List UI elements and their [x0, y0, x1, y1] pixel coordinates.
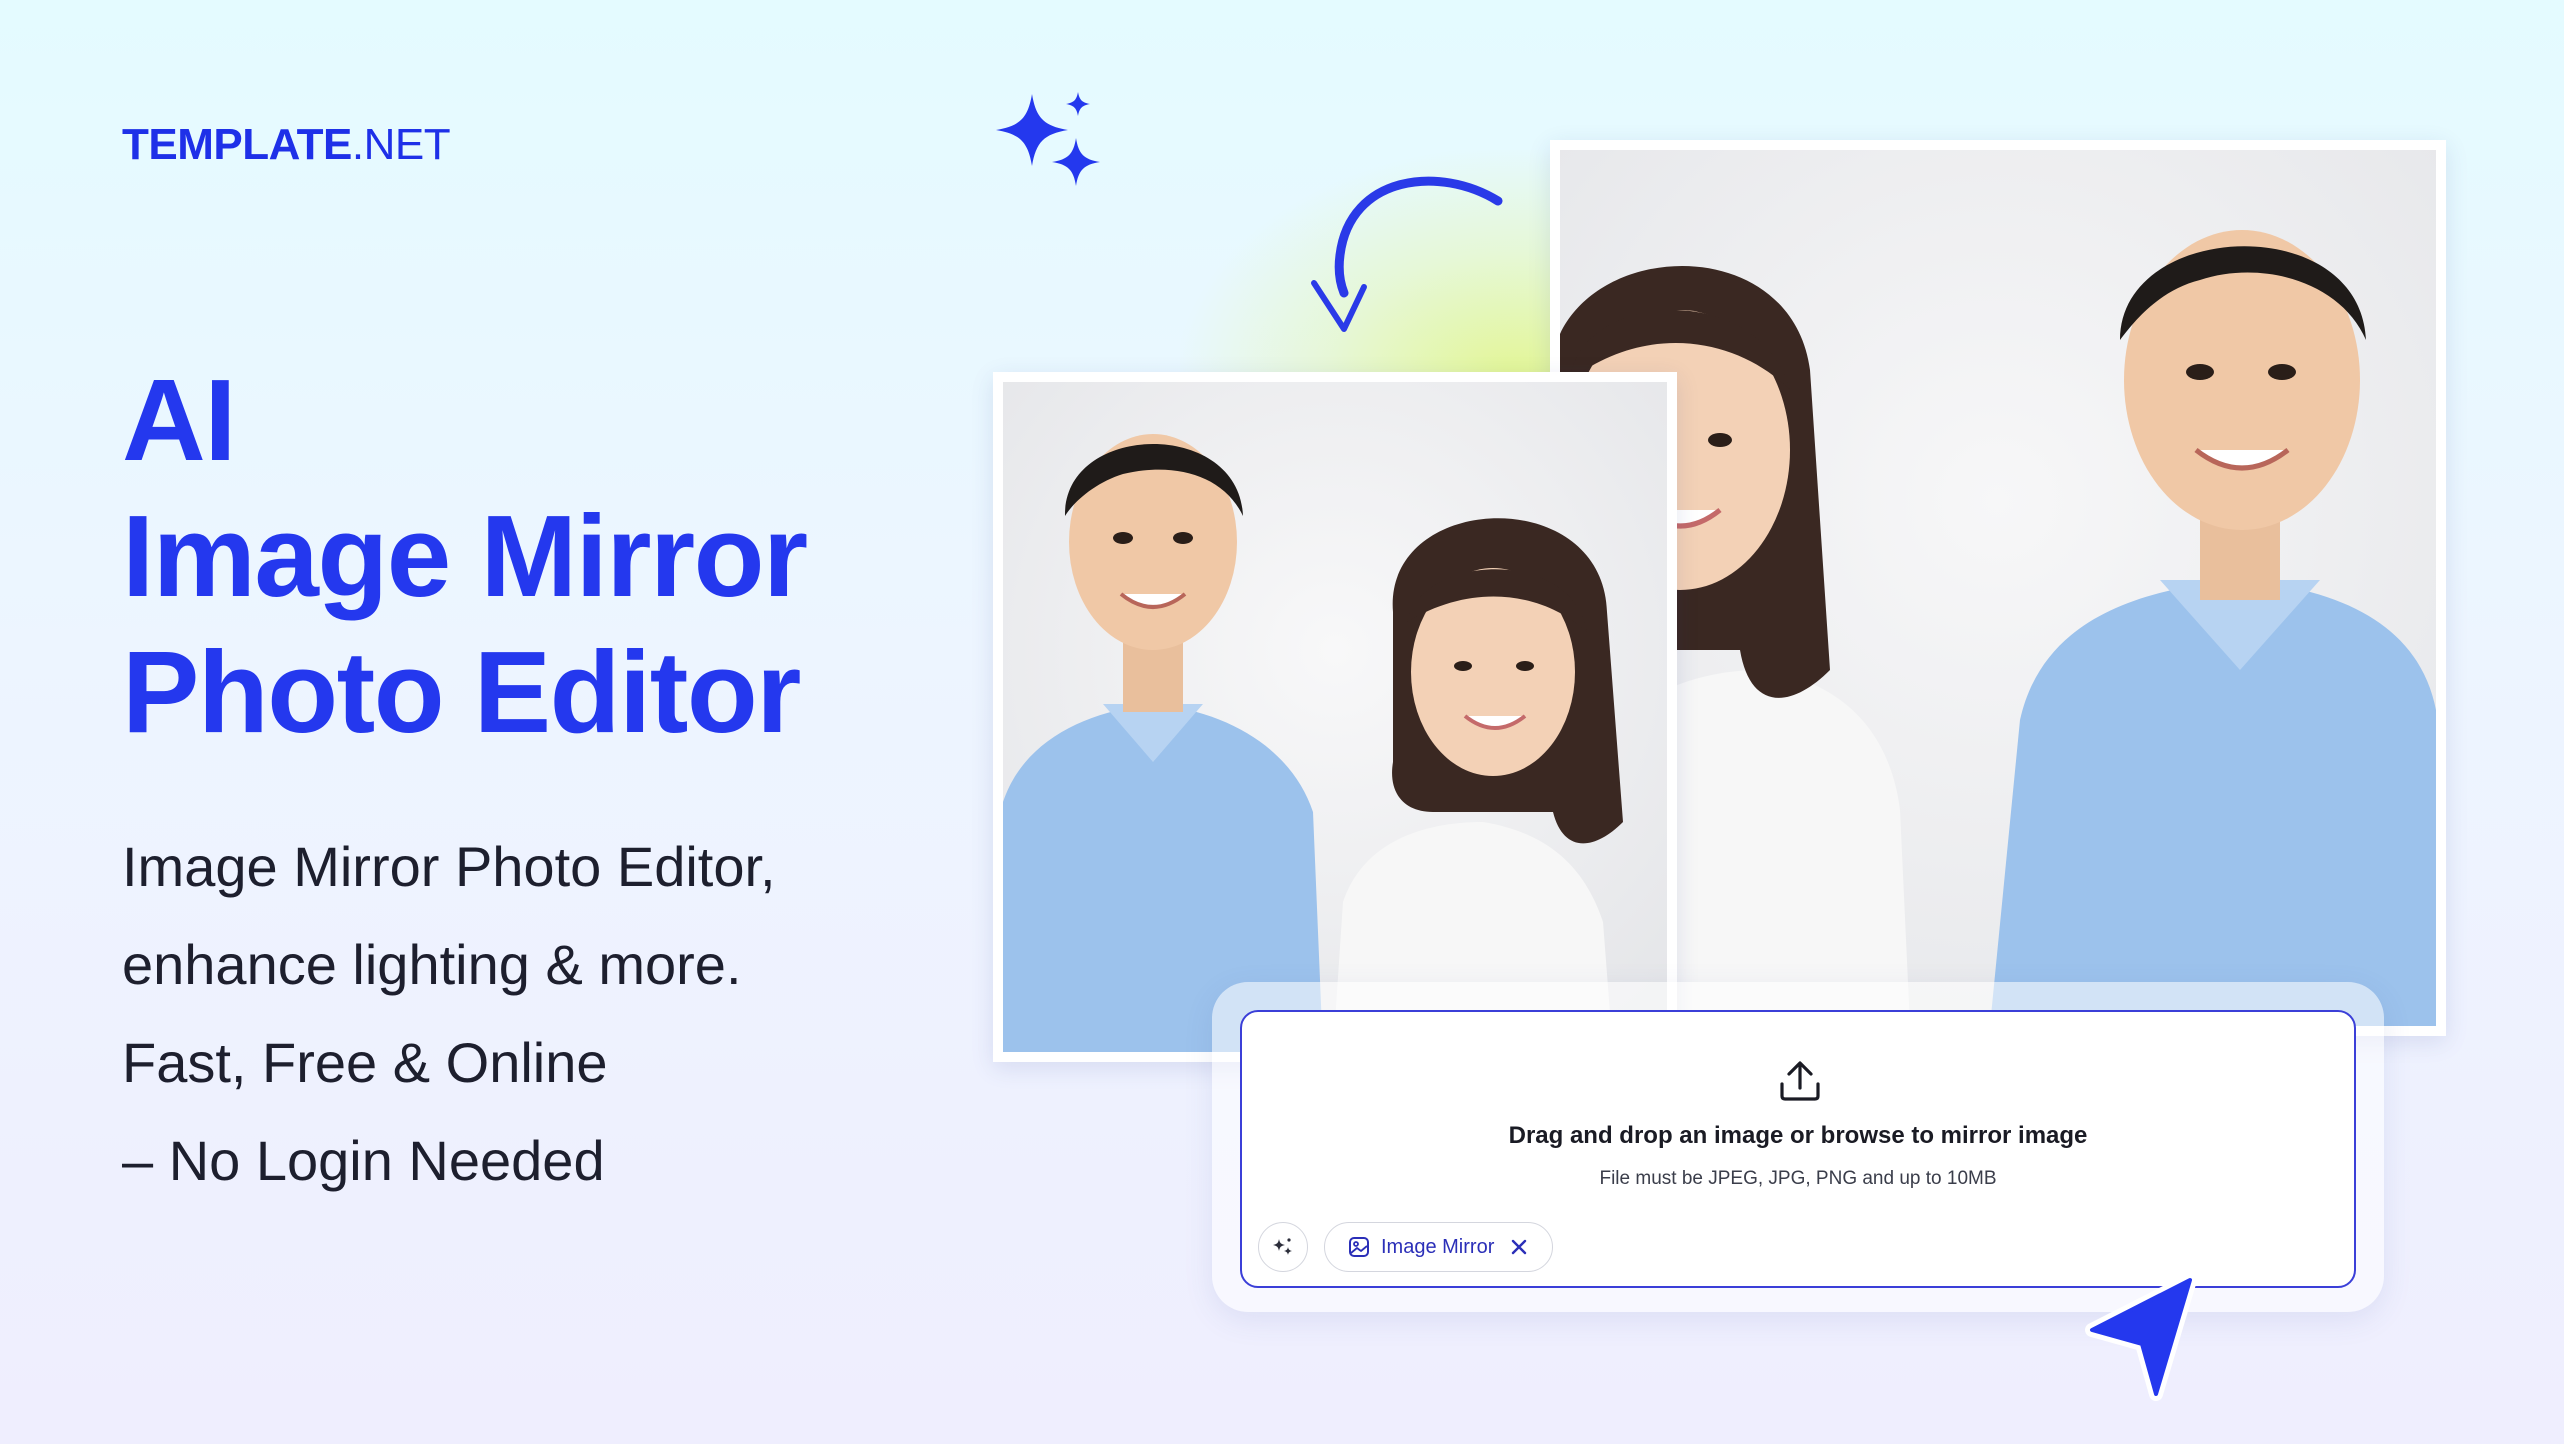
original-photo [993, 372, 1677, 1062]
hero-line-2: Image Mirror [122, 491, 808, 621]
close-icon[interactable] [1510, 1238, 1528, 1256]
sparkles-icon [996, 92, 1100, 186]
image-upload-dropzone[interactable]: Drag and drop an image or browse to mirr… [1240, 1010, 2356, 1288]
upload-icon [1780, 1061, 1820, 1101]
hero-description: Image Mirror Photo Editor, enhance light… [122, 818, 776, 1210]
banner-canvas: TEMPLATE.NET AI Image Mirror Photo Edito… [0, 0, 2564, 1444]
magic-wand-icon [1273, 1238, 1292, 1255]
hero-line-1: AI [122, 355, 236, 485]
upload-file-requirements: File must be JPEG, JPG, PNG and up to 10… [1599, 1168, 1997, 1189]
brand-name-bold: TEMPLATE [122, 120, 352, 169]
brand-logo[interactable]: TEMPLATE.NET [122, 120, 451, 170]
original-photo-illustration [1003, 382, 1667, 1052]
mirrored-photo-illustration [1560, 150, 2436, 1026]
curved-arrow-icon [1311, 176, 1503, 332]
description-line-3: Fast, Free & Online [122, 1031, 608, 1094]
mirrored-photo [1550, 140, 2446, 1036]
description-line-1: Image Mirror Photo Editor, [122, 835, 776, 898]
image-icon [1349, 1237, 1369, 1257]
hero-headline: AI Image Mirror Photo Editor [122, 352, 808, 760]
magic-tools-button[interactable] [1258, 1222, 1308, 1272]
description-line-2: enhance lighting & more. [122, 933, 742, 996]
cursor-pointer-icon [2085, 1273, 2197, 1401]
image-mirror-chip[interactable]: Image Mirror [1324, 1222, 1554, 1272]
description-line-4: – No Login Needed [122, 1129, 605, 1192]
chip-label: Image Mirror [1381, 1235, 1495, 1258]
hero-line-3: Photo Editor [122, 627, 801, 757]
upload-title[interactable]: Drag and drop an image or browse to mirr… [1242, 1122, 2354, 1150]
brand-name-light: .NET [351, 120, 451, 169]
